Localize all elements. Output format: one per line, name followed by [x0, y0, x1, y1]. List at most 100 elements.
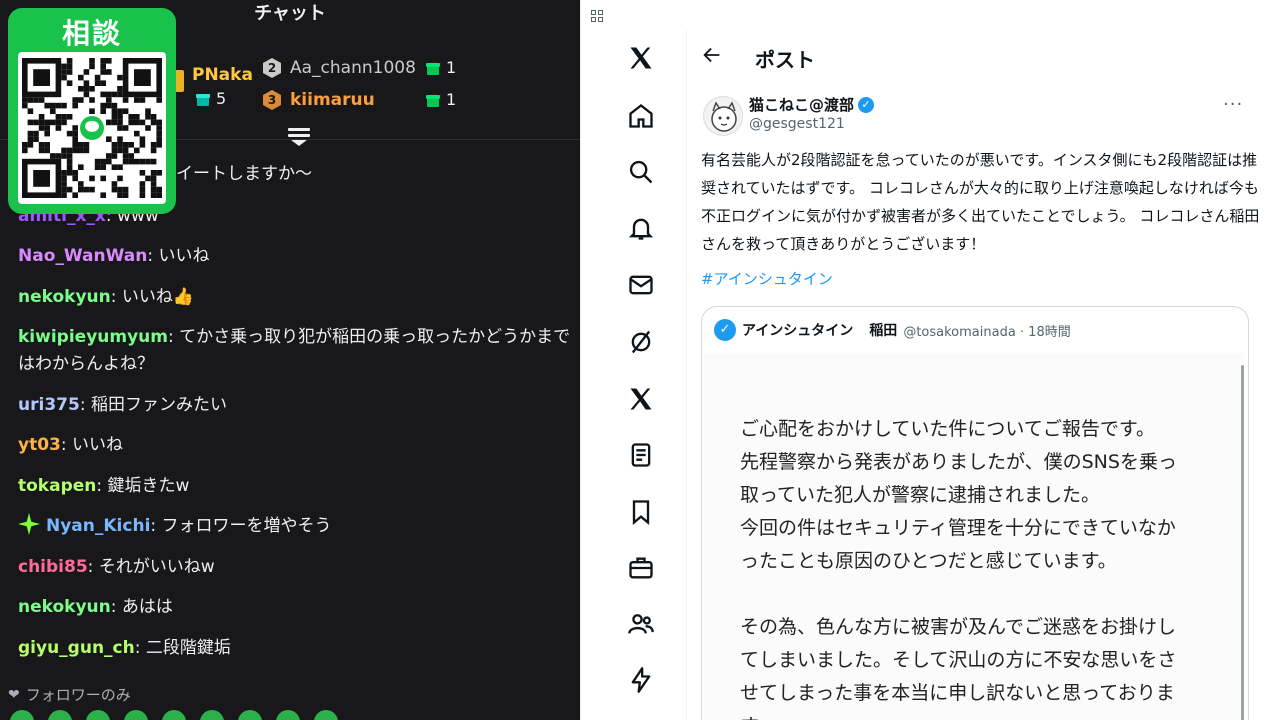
emote-icon[interactable]: [10, 710, 34, 720]
emote-icon[interactable]: [276, 710, 300, 720]
quoted-author-display[interactable]: 稲田: [869, 320, 897, 340]
chat-username[interactable]: chibi85: [18, 557, 88, 577]
hashtag-link[interactable]: #アインシュタイン: [701, 268, 833, 289]
x-post-pane: ポスト 猫こねこ@渡部 ✓ @gesgest121 ··· 有名芸能人が2段階認…: [580, 0, 1280, 720]
quoted-image-line: 先程警察から発表がありましたが、僕のSNSを乗っ: [740, 451, 1177, 473]
cat-avatar-icon: [711, 101, 737, 132]
quoted-image-line: す。: [740, 710, 776, 720]
quoted-image-line: ったことも原因のひとつだと感じています。: [740, 550, 1117, 572]
quoted-post[interactable]: ✓ アインシュタイン 稲田 @tosakomainada · 18時間 ご心配を…: [701, 306, 1249, 720]
chat-username[interactable]: nekokyun: [18, 597, 111, 617]
chat-message: tokapen: 鍵垢きたw: [18, 476, 190, 496]
home-icon[interactable]: [627, 102, 655, 130]
author-name[interactable]: 猫こねこ@渡部 ✓: [749, 94, 875, 115]
bookmarks-icon[interactable]: [627, 498, 655, 526]
messages-mail-icon[interactable]: [627, 271, 655, 299]
emote-icon[interactable]: [162, 710, 186, 720]
rank-2-badge: 2: [263, 58, 281, 78]
leaderboard-first-count-value: 5: [216, 89, 227, 108]
chat-message: chibi85: それがいいねw: [18, 557, 215, 577]
emote-icon[interactable]: [48, 710, 72, 720]
quoted-author-handle[interactable]: @tosakomainada · 18時間: [903, 321, 1070, 340]
author-name-text[interactable]: 猫こねこ@渡部: [749, 94, 854, 115]
gift-icon: [426, 93, 440, 107]
chat-message-text: いいね: [72, 435, 124, 455]
chat-message: kiwipieyumyum: てかさ乗っ取り犯が稲田の乗っ取ったかどうかまで: [18, 327, 571, 347]
chat-message-text: 稲田ファンみたい: [90, 395, 227, 415]
premium-x-icon[interactable]: [627, 385, 655, 413]
leaderboard-first-name[interactable]: PNaka: [192, 64, 253, 86]
chat-username[interactable]: tokapen: [18, 476, 96, 496]
author-avatar[interactable]: [703, 96, 743, 136]
verified-badge-icon: ✓: [858, 96, 875, 113]
quoted-post-header: ✓ アインシュタイン 稲田 @tosakomainada · 18時間: [714, 319, 1071, 341]
chat-username[interactable]: nekokyun: [18, 287, 111, 307]
more-options-icon[interactable]: ···: [1223, 94, 1243, 115]
chat-username[interactable]: Nao_WanWan: [18, 246, 147, 266]
chat-message-continuation: はわからんよね？: [18, 350, 573, 378]
chat-message-text: あはは: [121, 597, 173, 617]
qr-title: 相談: [61, 17, 122, 50]
notifications-bell-icon[interactable]: [627, 214, 655, 242]
chat-username[interactable]: yt03: [18, 435, 61, 455]
chat-message-text: いいね👍: [121, 287, 195, 307]
quoted-post-image[interactable]: ご心配をおかけしていた件についてご報告です。 先程警察から発表がありましたが、僕…: [704, 353, 1244, 720]
chat-message-partial: イートしますか〜: [176, 160, 580, 188]
post-header: ポスト: [687, 30, 1280, 82]
back-arrow-icon[interactable]: [701, 44, 723, 66]
chat-message: giyu_gun_ch: 二段階鍵垢: [18, 638, 231, 658]
chat-message-text: はわからんよね？: [18, 354, 154, 374]
leaderboard-second-name[interactable]: Aa_chann1008: [290, 57, 416, 79]
chat-message-text: イートしますか〜: [176, 164, 312, 184]
author-handle[interactable]: @gesgest121: [749, 116, 845, 132]
chat-message-text: いいね: [158, 246, 210, 266]
quoted-image-line: せてしまった事を本当に申し訳ないと思っておりま: [740, 682, 1175, 704]
chat-username[interactable]: Nyan_Kichi: [46, 516, 150, 536]
chat-username[interactable]: giyu_gun_ch: [18, 638, 135, 658]
grok-icon[interactable]: [627, 328, 655, 356]
leaderboard-first-count: 5: [196, 88, 226, 110]
search-icon[interactable]: [627, 158, 655, 186]
emote-bar[interactable]: [10, 710, 390, 720]
chat-message: uri375: 稲田ファンみたい: [18, 395, 227, 415]
emote-icon[interactable]: [314, 710, 338, 720]
quoted-image-line: 今回の件はセキュリティ管理を十分にできていなか: [740, 517, 1176, 539]
quoted-image-line: ご心配をおかけしていた件についてご報告です。: [740, 418, 1155, 440]
apps-grid-icon[interactable]: [591, 10, 603, 22]
verified-orgs-lightning-icon[interactable]: [627, 666, 655, 694]
chat-username[interactable]: kiwipieyumyum: [18, 327, 168, 347]
sparkle-badge-icon: [18, 513, 40, 535]
collapse-leaderboard-icon[interactable]: [288, 128, 310, 148]
chat-message-text: てかさ乗っ取り犯が稲田の乗っ取ったかどうかまで: [179, 327, 571, 347]
consult-qr-card: 相談: [8, 8, 176, 214]
emote-icon[interactable]: [86, 710, 110, 720]
chat-message-text: 二段階鍵垢: [145, 638, 231, 658]
leaderboard-third-count-value: 1: [446, 90, 457, 109]
x-sidebar-nav: [581, 30, 687, 720]
quoted-image-scrollbar[interactable]: [1241, 365, 1244, 720]
emote-icon[interactable]: [238, 710, 262, 720]
post-page-title: ポスト: [755, 48, 815, 72]
chat-message: nekokyun: いいね👍: [18, 287, 195, 307]
qr-code-icon: [22, 58, 162, 198]
emote-icon[interactable]: [124, 710, 148, 720]
gift-icon: [196, 92, 210, 106]
lists-icon[interactable]: [627, 441, 655, 469]
chat-message-text: 鍵垢きたw: [107, 476, 190, 496]
quoted-image-line: てしまいました。そして沢山の方に不安な思いをさ: [740, 649, 1177, 671]
quoted-image-line: その為、色んな方に被害が及んでご迷惑をお掛けし: [740, 616, 1177, 638]
chat-message: nekokyun: あはは: [18, 597, 173, 617]
communities-icon[interactable]: [627, 610, 655, 638]
line-qr-code: [18, 52, 166, 204]
jobs-briefcase-icon[interactable]: [627, 554, 655, 582]
leaderboard-second-count-value: 1: [446, 58, 457, 77]
emote-icon[interactable]: [200, 710, 224, 720]
quoted-author-name[interactable]: アインシュタイン: [742, 320, 853, 340]
leaderboard-third-name[interactable]: kiimaruu: [290, 89, 375, 111]
heart-icon: ❤: [8, 686, 20, 703]
chat-panel: チャット PNaka 5 2 Aa_chann1008 1 3 kiimaruu…: [0, 0, 580, 720]
followers-only-label: フォロワーのみ: [25, 686, 131, 704]
x-logo-icon[interactable]: [627, 44, 655, 72]
chat-username[interactable]: uri375: [18, 395, 80, 415]
rank-3-badge: 3: [263, 90, 281, 110]
